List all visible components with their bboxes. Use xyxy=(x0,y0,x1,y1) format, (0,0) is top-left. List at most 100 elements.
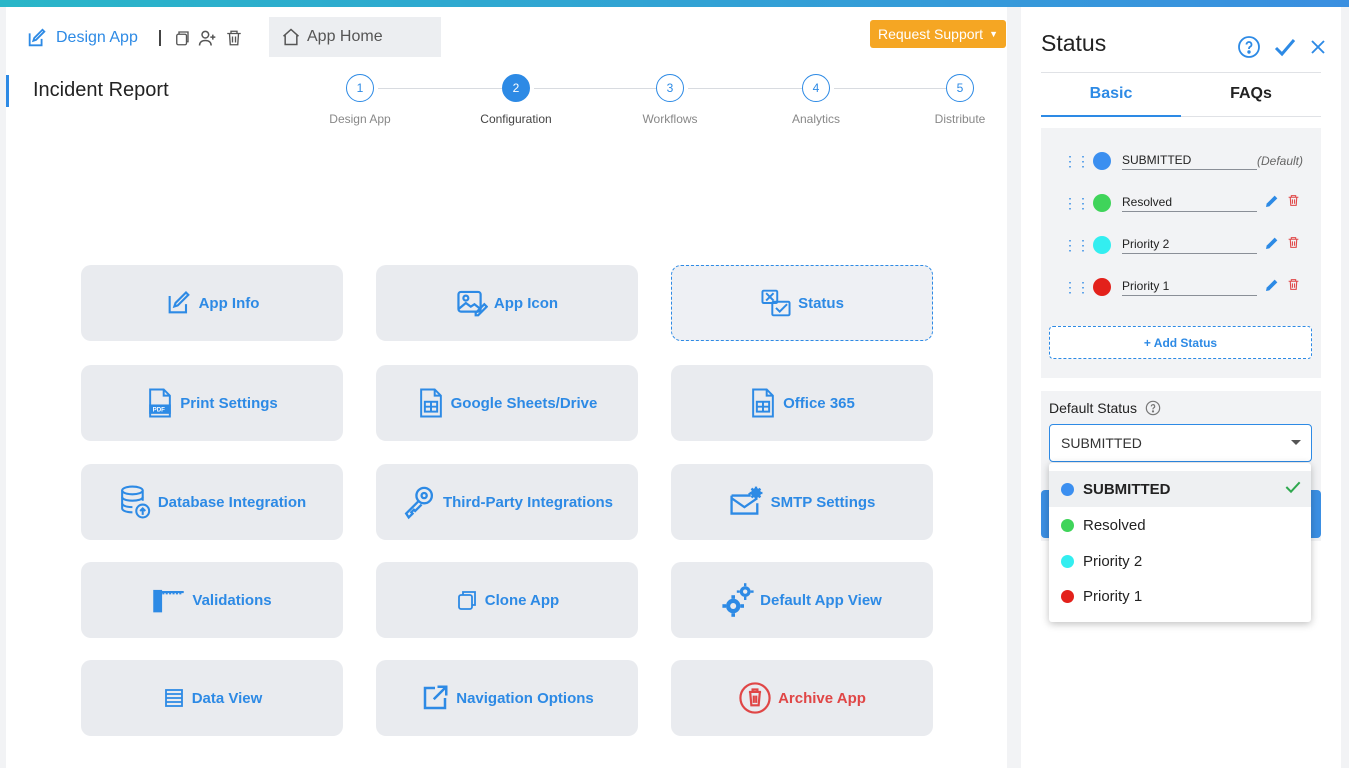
status-color-dot[interactable] xyxy=(1093,152,1111,170)
app-home-tab[interactable]: App Home xyxy=(269,17,441,57)
step-label: Analytics xyxy=(791,112,841,126)
default-status-dropdown: SUBMITTED Resolved Priority 2 Priority 1 xyxy=(1049,463,1311,622)
help-icon[interactable] xyxy=(1145,400,1161,416)
clone-app-card[interactable]: Clone App xyxy=(376,562,638,638)
default-app-view-card[interactable]: Default App View xyxy=(671,562,933,638)
card-label: App Icon xyxy=(493,294,559,312)
key-icon xyxy=(401,484,437,520)
help-icon[interactable] xyxy=(1237,35,1261,59)
divider xyxy=(158,30,161,46)
card-label: Navigation Options xyxy=(456,689,594,707)
add-status-button[interactable]: + Add Status xyxy=(1049,326,1312,359)
tab-faqs[interactable]: FAQs xyxy=(1181,85,1321,117)
card-label: Default App View xyxy=(760,591,882,609)
step-number: 3 xyxy=(656,74,684,102)
app-info-card[interactable]: App Info xyxy=(81,265,343,341)
gears-icon xyxy=(722,582,754,618)
step-label: Workflows xyxy=(642,112,698,126)
status-row: ⋮⋮ SUBMITTED (Default) xyxy=(1041,146,1321,176)
step-design-app[interactable]: 1 Design App xyxy=(305,74,415,126)
pencil-icon[interactable] xyxy=(1264,277,1280,298)
dropdown-option-submitted[interactable]: SUBMITTED xyxy=(1049,471,1311,507)
drag-handle-icon[interactable]: ⋮⋮ xyxy=(1063,153,1090,170)
pencil-icon[interactable] xyxy=(1264,235,1280,256)
step-label: Configuration xyxy=(480,112,552,126)
pencil-icon[interactable] xyxy=(1264,193,1280,214)
status-name[interactable]: Resolved xyxy=(1122,195,1257,212)
default-status-select[interactable]: SUBMITTED xyxy=(1049,424,1312,462)
status-color-dot[interactable] xyxy=(1093,278,1111,296)
close-icon[interactable] xyxy=(1309,38,1327,56)
app-home-label: App Home xyxy=(307,28,383,45)
card-label: Archive App xyxy=(778,689,866,707)
database-integration-card[interactable]: Database Integration xyxy=(81,464,343,540)
spreadsheet-icon xyxy=(749,387,777,419)
mail-gear-icon xyxy=(729,485,765,519)
image-edit-icon xyxy=(456,288,488,318)
home-icon xyxy=(281,27,301,47)
dropdown-option-priority-2[interactable]: Priority 2 xyxy=(1049,543,1311,579)
request-support-button[interactable]: Request Support ▼ xyxy=(870,20,1006,48)
status-color-dot[interactable] xyxy=(1093,194,1111,212)
edit-icon xyxy=(165,289,193,317)
step-number: 2 xyxy=(502,74,530,102)
trash-icon[interactable] xyxy=(1287,235,1300,255)
step-configuration[interactable]: 2 Configuration xyxy=(461,74,571,126)
check-icon[interactable] xyxy=(1273,35,1297,59)
drag-handle-icon[interactable]: ⋮⋮ xyxy=(1063,195,1090,212)
database-icon xyxy=(118,484,152,520)
step-workflows[interactable]: 3 Workflows xyxy=(615,74,725,126)
step-distribute[interactable]: 5 Distribute xyxy=(905,74,1015,126)
dropdown-arrow-icon xyxy=(1291,440,1301,445)
step-label: Design App xyxy=(329,112,391,126)
card-label: Data View xyxy=(191,689,263,707)
step-analytics[interactable]: 4 Analytics xyxy=(761,74,871,126)
card-label: Office 365 xyxy=(783,394,855,412)
option-label: Priority 1 xyxy=(1083,587,1143,605)
design-app-tab[interactable]: Design App xyxy=(18,17,264,59)
caret-down-icon: ▼ xyxy=(989,29,998,39)
default-status-text: Default Status xyxy=(1049,400,1137,416)
drag-handle-icon[interactable]: ⋮⋮ xyxy=(1063,237,1090,254)
validations-card[interactable]: Validations xyxy=(81,562,343,638)
step-label: Distribute xyxy=(934,112,986,126)
app-icon-card[interactable]: App Icon xyxy=(376,265,638,341)
data-view-card[interactable]: Data View xyxy=(81,660,343,736)
third-party-integrations-card[interactable]: Third-Party Integrations xyxy=(376,464,638,540)
smtp-settings-card[interactable]: SMTP Settings xyxy=(671,464,933,540)
drag-handle-icon[interactable]: ⋮⋮ xyxy=(1063,279,1090,296)
status-name[interactable]: Priority 1 xyxy=(1122,279,1257,296)
status-name[interactable]: Priority 2 xyxy=(1122,237,1257,254)
google-sheets-card[interactable]: Google Sheets/Drive xyxy=(376,365,638,441)
status-row: ⋮⋮ Resolved xyxy=(1041,188,1321,218)
navigation-options-card[interactable]: Navigation Options xyxy=(376,660,638,736)
dropdown-option-priority-1[interactable]: Priority 1 xyxy=(1049,578,1311,614)
status-card[interactable]: Status xyxy=(671,265,933,341)
trash-icon[interactable] xyxy=(1287,193,1300,213)
dropdown-option-resolved[interactable]: Resolved xyxy=(1049,507,1311,543)
pdf-icon: PDF xyxy=(146,387,174,419)
spreadsheet-icon xyxy=(417,387,445,419)
tab-basic[interactable]: Basic xyxy=(1041,85,1181,117)
card-label: Clone App xyxy=(484,591,560,609)
card-label: App Info xyxy=(198,294,260,312)
card-label: Print Settings xyxy=(180,394,278,412)
trash-icon[interactable] xyxy=(1287,277,1300,297)
select-value: SUBMITTED xyxy=(1061,435,1142,451)
step-number: 5 xyxy=(946,74,974,102)
status-color-dot xyxy=(1061,518,1074,532)
status-name[interactable]: SUBMITTED xyxy=(1122,153,1257,170)
status-color-dot[interactable] xyxy=(1093,236,1111,254)
add-user-icon[interactable] xyxy=(197,28,217,48)
office-365-card[interactable]: Office 365 xyxy=(671,365,933,441)
status-color-dot xyxy=(1061,589,1074,603)
status-panel: Status Basic FAQs ⋮⋮ SUBMITTED (Default)… xyxy=(1021,7,1341,768)
print-settings-card[interactable]: PDF Print Settings xyxy=(81,365,343,441)
trash-icon[interactable] xyxy=(225,28,243,48)
status-icon xyxy=(760,288,792,318)
edit-icon xyxy=(26,27,48,49)
archive-app-card[interactable]: Archive App xyxy=(671,660,933,736)
top-accent-bar xyxy=(0,0,1349,7)
main-area: Design App App Home Request Support ▼ In… xyxy=(6,7,1007,768)
copy-icon[interactable] xyxy=(173,29,191,47)
